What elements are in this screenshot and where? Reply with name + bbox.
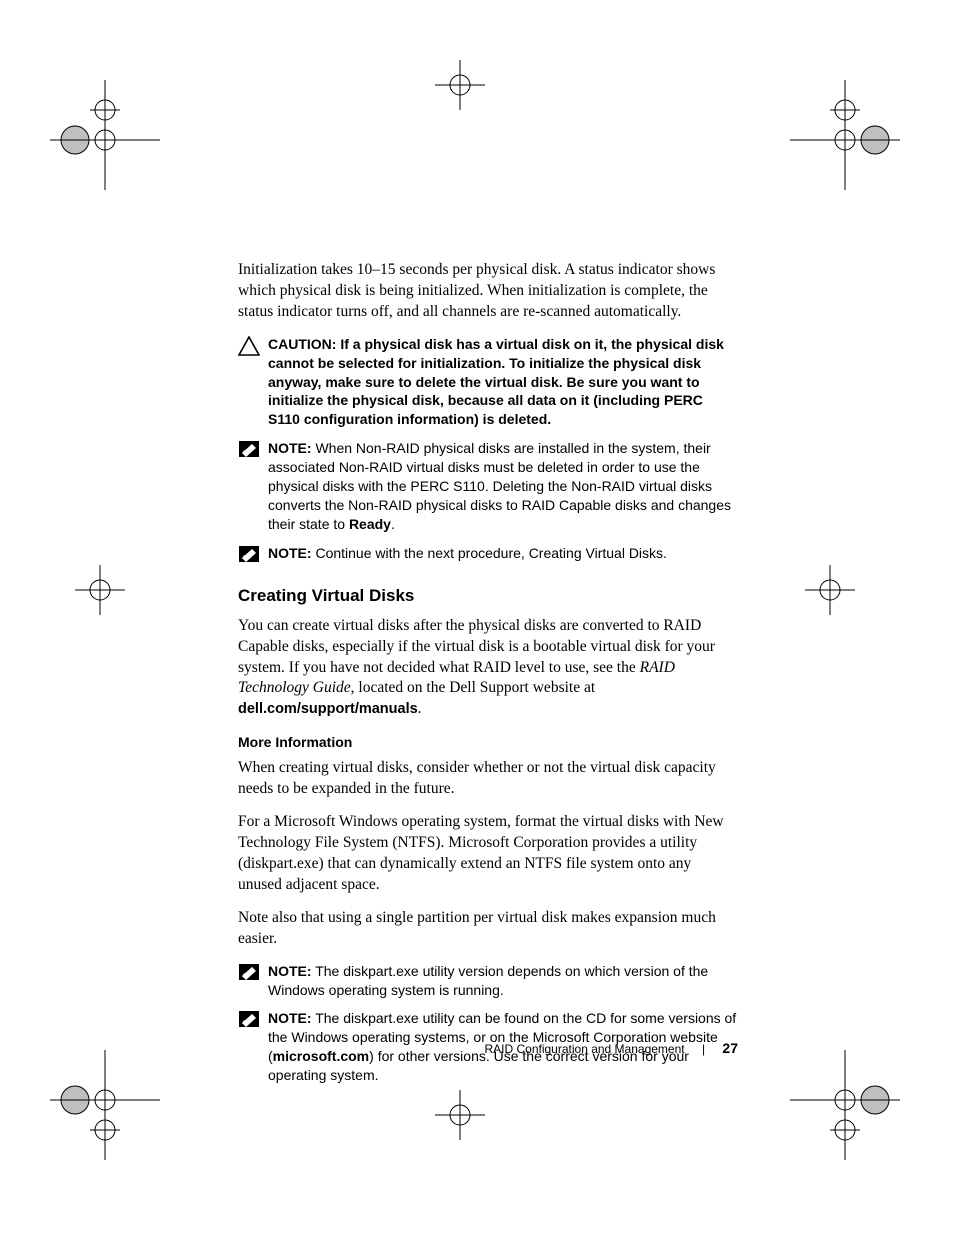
caution-label: CAUTION: <box>268 336 336 352</box>
caution-body: If a physical disk has a virtual disk on… <box>268 336 724 428</box>
note-callout-1: NOTE: When Non-RAID physical disks are i… <box>238 439 738 533</box>
crop-mark-bottom-right <box>790 1050 900 1160</box>
note-label: NOTE: <box>268 545 312 561</box>
note-icon <box>238 1009 268 1033</box>
crop-mark-top-right <box>790 80 900 190</box>
page-content: Initialization takes 10–15 seconds per p… <box>238 260 738 1095</box>
note-1-bold: Ready <box>349 516 391 532</box>
footer-title: RAID Configuration and Management <box>484 1042 684 1056</box>
note-icon <box>238 439 268 463</box>
page-footer: RAID Configuration and Management | 27 <box>238 1040 738 1056</box>
note-label: NOTE: <box>268 1010 312 1026</box>
note-label: NOTE: <box>268 963 312 979</box>
caution-text: CAUTION: If a physical disk has a virtua… <box>268 335 738 429</box>
section-para-url: dell.com/support/manuals <box>238 701 418 717</box>
more-info-p3: Note also that using a single partition … <box>238 908 738 950</box>
page-number: 27 <box>722 1040 738 1056</box>
caution-icon <box>238 335 268 361</box>
more-info-p1: When creating virtual disks, consider wh… <box>238 758 738 800</box>
crop-mark-mid-left <box>70 560 130 620</box>
section-paragraph: You can create virtual disks after the p… <box>238 616 738 721</box>
intro-paragraph: Initialization takes 10–15 seconds per p… <box>238 260 738 323</box>
section-para-b: , located on the Dell Support website at <box>351 679 596 696</box>
more-info-p2: For a Microsoft Windows operating system… <box>238 812 738 896</box>
crop-mark-mid-right <box>800 560 860 620</box>
note-icon <box>238 544 268 568</box>
note-callout-2: NOTE: Continue with the next procedure, … <box>238 544 738 568</box>
note-label: NOTE: <box>268 440 312 456</box>
note-2-body: Continue with the next procedure, Creati… <box>312 545 667 561</box>
note-1-text: NOTE: When Non-RAID physical disks are i… <box>268 439 738 533</box>
note-icon <box>238 962 268 986</box>
note-2-text: NOTE: Continue with the next procedure, … <box>268 544 738 563</box>
note-3-body: The diskpart.exe utility version depends… <box>268 963 708 998</box>
crop-mark-bottom-left <box>50 1050 160 1160</box>
footer-separator: | <box>702 1042 705 1056</box>
crop-mark-mid-top <box>430 55 490 115</box>
note-1-b: . <box>391 516 395 532</box>
more-info-heading: More Information <box>238 734 738 750</box>
crop-mark-top-left <box>50 80 160 190</box>
section-heading: Creating Virtual Disks <box>238 586 738 606</box>
section-para-c: . <box>418 700 422 717</box>
caution-callout: CAUTION: If a physical disk has a virtua… <box>238 335 738 429</box>
note-callout-3: NOTE: The diskpart.exe utility version d… <box>238 962 738 1000</box>
note-1-a: When Non-RAID physical disks are install… <box>268 440 731 532</box>
note-3-text: NOTE: The diskpart.exe utility version d… <box>268 962 738 1000</box>
